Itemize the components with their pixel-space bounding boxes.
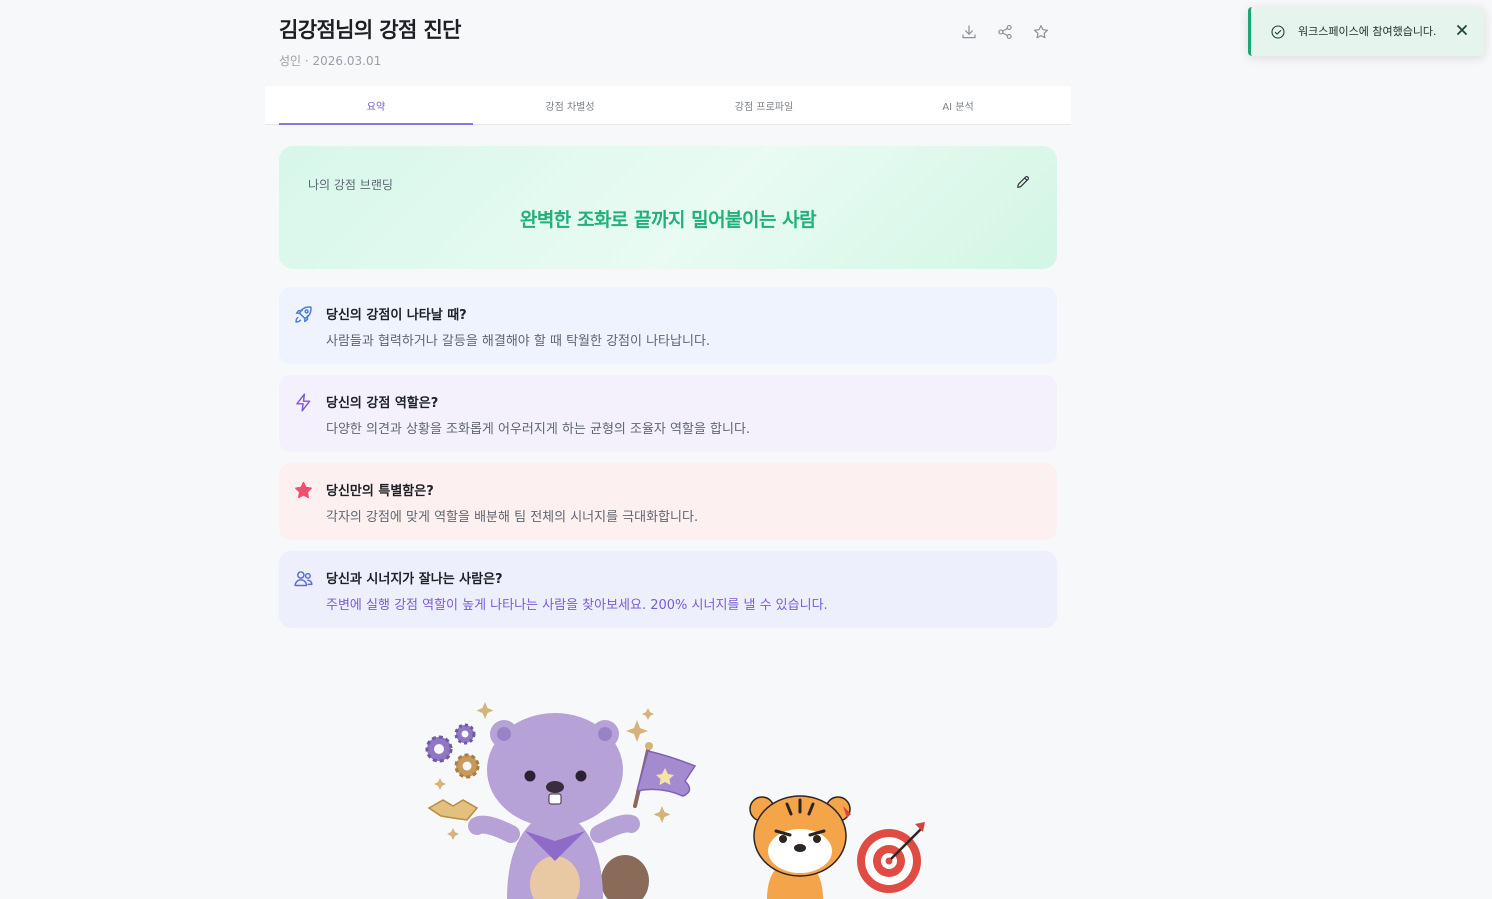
toast-notification: 워크스페이스에 참여했습니다. [1248,7,1484,56]
card-title: 당신만의 특별함은? [326,484,434,499]
star-icon [1034,25,1048,39]
insight-card-role: 당신의 강점 역할은? 다양한 의견과 상황을 조화롭게 어우러지게 하는 균형… [279,375,1057,452]
page-title: 김강점님의 강점 진단 [279,18,462,42]
gear-icon [425,723,480,779]
tab-bar: 요약 강점 차별성 강점 프로파일 AI 분석 [265,86,1071,125]
insight-card-special: 당신만의 특별함은? 각자의 강점에 맞게 역할을 배분해 팀 전체의 시너지를… [279,463,1057,540]
tab-differentiation[interactable]: 강점 차별성 [473,86,667,124]
beaver-mascot [468,713,649,899]
insight-card-synergy: 당신과 시너지가 잘나는 사람은? 주변에 실행 강점 역할이 높게 나타나는 … [279,551,1057,628]
branding-label: 나의 강점 브랜딩 [308,178,393,192]
target-icon [857,822,925,893]
branding-text: 완벽한 조화로 끝까지 밀어붙이는 사람 [519,209,817,231]
close-icon [1457,25,1467,35]
card-description: 주변에 실행 강점 역할이 높게 나타나는 사람을 찾아보세요. 200% 시너… [326,598,828,613]
tab-ai-analysis[interactable]: AI 분석 [861,86,1055,124]
edit-branding-button[interactable] [1015,174,1033,192]
page-header: 김강점님의 강점 진단 성인 · 2026.03.01 [279,14,1059,70]
flag-icon [633,742,697,808]
strength-branding-card: 나의 강점 브랜딩 완벽한 조화로 끝까지 밀어붙이는 사람 [279,146,1057,269]
toast-close-button[interactable] [1456,21,1470,35]
star-filled-icon [293,480,315,502]
insight-card-when: 당신의 강점이 나타날 때? 사람들과 협력하거나 갈등을 해결해야 할 때 탁… [279,287,1057,364]
card-description: 다양한 의견과 상황을 조화롭게 어우러지게 하는 균형의 조율자 역할을 합니… [326,422,751,437]
card-description: 사람들과 협력하거나 갈등을 해결해야 할 때 탁월한 강점이 나타납니다. [326,334,711,349]
share-button[interactable] [995,22,1015,42]
pencil-icon [1017,175,1030,188]
header-actions [959,22,1051,42]
rocket-icon [293,304,315,326]
users-icon [293,568,315,590]
tab-profile[interactable]: 강점 프로파일 [667,86,861,124]
card-description: 각자의 강점에 맞게 역할을 배분해 팀 전체의 시너지를 극대화합니다. [326,510,699,525]
lightning-icon [293,392,315,414]
card-title: 당신과 시너지가 잘나는 사람은? [326,572,503,587]
tab-summary[interactable]: 요약 [279,86,473,125]
favorite-button[interactable] [1031,22,1051,42]
share-icon [998,24,1012,40]
check-circle-icon [1270,24,1286,40]
card-title: 당신의 강점 역할은? [326,396,439,411]
toast-message: 워크스페이스에 참여했습니다. [1298,25,1437,38]
download-button[interactable] [959,22,979,42]
handshake-icon [427,799,479,821]
download-icon [962,25,976,39]
page-subtitle: 성인 · 2026.03.01 [279,54,382,68]
mascot-illustration [425,702,925,899]
card-title: 당신의 강점이 나타날 때? [326,308,467,323]
tiger-mascot [749,795,851,899]
